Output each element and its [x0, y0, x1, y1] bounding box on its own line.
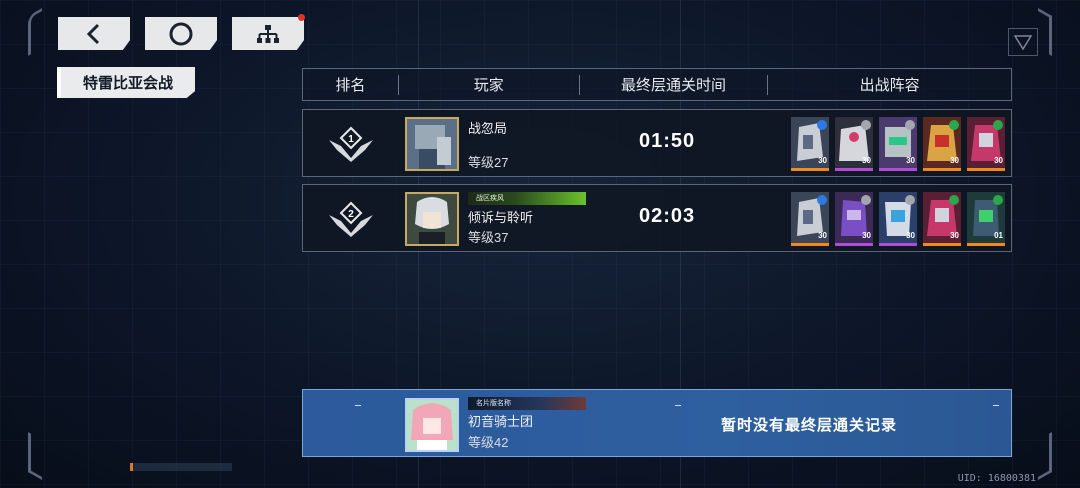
hierarchy-icon: [257, 24, 279, 43]
self-record-bar[interactable]: 名片版名称 初音骑士团 等级42 暂时没有最终层通关记录: [302, 389, 1012, 457]
unit-level: 30: [950, 231, 959, 240]
unit-card[interactable]: 30: [879, 117, 917, 171]
class-icon: [817, 120, 827, 130]
class-icon: [861, 120, 871, 130]
frame-corner-top-left: [28, 7, 42, 57]
header-team: 出战阵容: [859, 77, 920, 94]
unit-level: 30: [818, 156, 827, 165]
unit-level: 30: [818, 231, 827, 240]
unit-card[interactable]: 30: [835, 117, 873, 171]
home-button[interactable]: [145, 17, 217, 50]
rank-badge-icon: 1: [329, 126, 373, 162]
team-lineup: 30 30 30 30 30: [791, 117, 1005, 171]
header-player: 玩家: [473, 77, 504, 94]
rank-badge-icon: 2: [329, 201, 373, 237]
unit-level: 30: [950, 156, 959, 165]
table-row[interactable]: 1 战忽局 等级27 01:50 30 30 30 30 30: [302, 109, 1012, 177]
frame-corner-bottom-right: [1038, 431, 1052, 481]
rank-number: 2: [348, 209, 354, 220]
player-level: 等级27: [468, 155, 509, 170]
triangle-down-icon: [1013, 35, 1033, 51]
circle-icon: [169, 22, 193, 45]
unit-level: 30: [906, 231, 915, 240]
unit-level: 30: [862, 231, 871, 240]
tab-title[interactable]: 特雷比亚会战: [57, 67, 195, 98]
unit-level: 01: [994, 231, 1003, 240]
chevron-left-icon: [86, 23, 100, 44]
avatar[interactable]: [405, 117, 459, 171]
decor-bar: [130, 463, 232, 471]
unit-level: 30: [994, 156, 1003, 165]
header-time: 最终层通关时间: [620, 77, 726, 94]
class-icon: [949, 195, 959, 205]
unit-card[interactable]: 30: [967, 117, 1005, 171]
unit-level: 30: [906, 156, 915, 165]
player-name: 倾诉与聆听: [468, 210, 534, 225]
class-icon: [905, 120, 915, 130]
header-rank: 排名: [335, 77, 366, 94]
notification-dot: [298, 14, 305, 21]
class-icon: [993, 195, 1003, 205]
avatar[interactable]: [405, 398, 459, 452]
class-icon: [861, 195, 871, 205]
class-icon: [905, 195, 915, 205]
table-row[interactable]: 2 战区疾风 倾诉与聆听 等级37 02:03 30 30 30 30 01: [302, 184, 1012, 252]
unit-card[interactable]: 30: [791, 192, 829, 246]
rank-number: 1: [348, 134, 354, 145]
class-icon: [817, 195, 827, 205]
player-banner: 战区疾风: [468, 192, 586, 205]
decor-dash: [355, 405, 361, 406]
player-banner: 名片版名称: [468, 397, 586, 410]
class-icon: [949, 120, 959, 130]
frame-corner-top-right: [1038, 7, 1052, 57]
filter-button[interactable]: [1008, 28, 1038, 56]
player-name: 初音骑士团: [468, 414, 534, 429]
hierarchy-button[interactable]: [232, 17, 304, 50]
unit-card[interactable]: 01: [967, 192, 1005, 246]
clear-time: 01:50: [639, 130, 696, 152]
no-record-message: 暂时没有最终层通关记录: [721, 417, 898, 434]
unit-level: 30: [862, 156, 871, 165]
decor-dash: [675, 405, 681, 406]
player-name: 战忽局: [468, 121, 508, 136]
unit-card[interactable]: 30: [791, 117, 829, 171]
unit-card[interactable]: 30: [923, 117, 961, 171]
unit-card[interactable]: 30: [879, 192, 917, 246]
team-lineup: 30 30 30 30 01: [791, 192, 1005, 246]
decor-dash: [993, 405, 999, 406]
class-icon: [993, 120, 1003, 130]
back-button[interactable]: [58, 17, 130, 50]
clear-time: 02:03: [639, 205, 696, 227]
unit-card[interactable]: 30: [923, 192, 961, 246]
frame-corner-bottom-left: [28, 431, 42, 481]
player-level: 等级42: [468, 435, 509, 450]
uid-label: UID: 16800381: [957, 473, 1036, 484]
player-level: 等级37: [468, 230, 509, 245]
avatar[interactable]: [405, 192, 459, 246]
table-header: 排名 玩家 最终层通关时间 出战阵容: [302, 68, 1012, 101]
unit-card[interactable]: 30: [835, 192, 873, 246]
